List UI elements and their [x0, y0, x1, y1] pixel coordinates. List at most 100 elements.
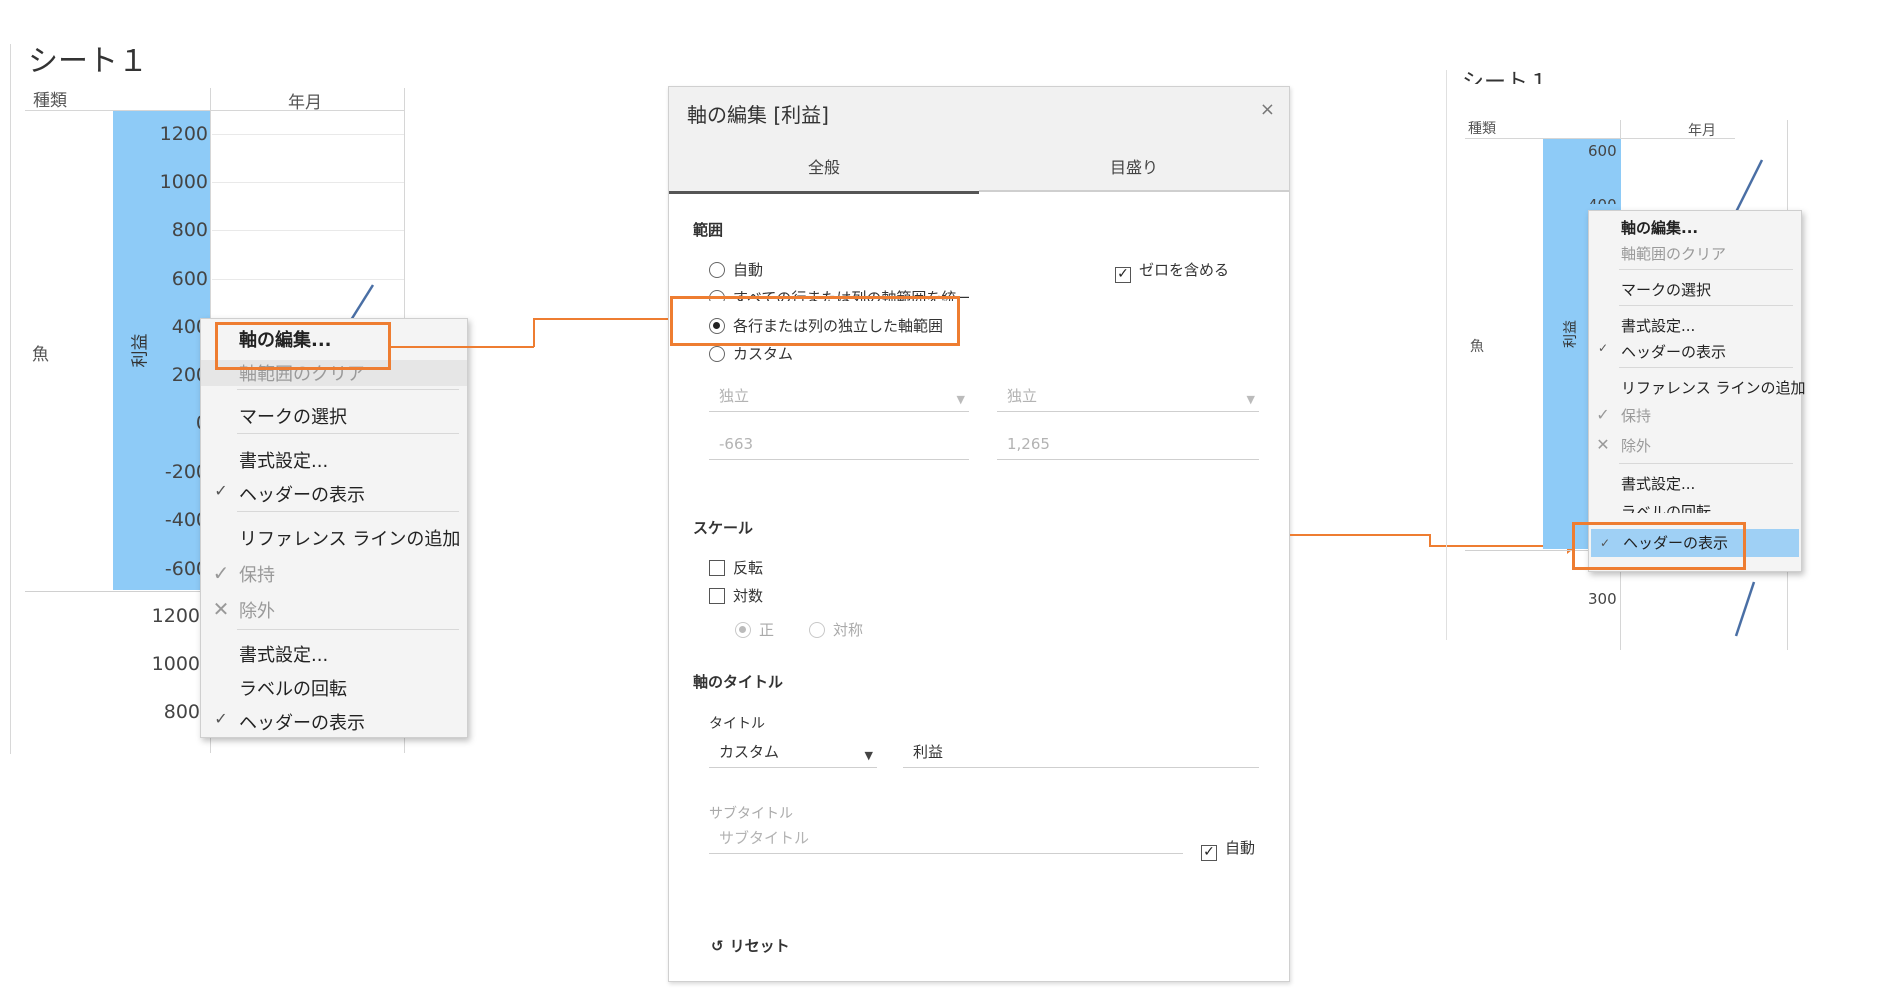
title-mode-select[interactable]: カスタム ▼	[709, 741, 877, 768]
tab-ticks[interactable]: 目盛り	[979, 153, 1289, 191]
axis-tick: 1000	[159, 171, 208, 193]
menu-format-2[interactable]: 書式設定...	[1589, 473, 1801, 494]
menu-format[interactable]: 書式設定...	[1589, 315, 1801, 336]
axis-context-menu: 軸の編集... 軸範囲のクリア マークの選択 書式設定... ✓ ヘッダーの表示 …	[200, 318, 468, 738]
range-end-input: 1,265	[997, 433, 1259, 460]
panel-edge	[1446, 70, 1447, 640]
radio-icon	[709, 262, 725, 278]
checkbox-checked-icon: ✓	[1201, 845, 1217, 861]
menu-format-2[interactable]: 書式設定...	[201, 641, 467, 667]
reset-button[interactable]: ↺ リセット	[711, 935, 790, 956]
menu-separator	[1619, 367, 1793, 368]
axis-tick: 1000	[151, 653, 200, 675]
radio-selected-icon	[735, 622, 751, 638]
menu-keep: ✓ 保持	[1589, 405, 1801, 426]
x-icon: ✕	[212, 597, 230, 621]
scale-heading: スケール	[693, 519, 754, 537]
row-header-fish[interactable]: 魚	[1470, 336, 1484, 356]
check-icon: ✓	[1597, 341, 1609, 355]
checkbox-icon	[709, 560, 725, 576]
right-worksheet-panel: シート１ 種類 年月 利益 600 400 300 魚 軸の編集... 軸範囲の…	[1440, 70, 1805, 650]
title-label: タイトル	[709, 716, 765, 732]
column-header-type[interactable]: 種類	[33, 86, 67, 111]
subtitle-auto-checkbox[interactable]: ✓ 自動	[1201, 837, 1255, 861]
radio-icon	[709, 346, 725, 362]
menu-edit-axis[interactable]: 軸の編集...	[1589, 217, 1801, 238]
callout-arrow	[533, 318, 668, 320]
radio-positive: 正	[735, 619, 774, 640]
dialog-header: 軸の編集 [利益] × 全般 目盛り	[669, 87, 1289, 194]
sheet-title: シート１	[28, 44, 148, 79]
menu-rotate-label[interactable]: ラベルの回転	[201, 675, 467, 701]
dropdown-arrow-icon: ▼	[956, 393, 965, 406]
menu-select-marks[interactable]: マークの選択	[1589, 279, 1801, 300]
axis-tick: -600	[164, 558, 208, 580]
subtitle-label: サブタイトル	[709, 806, 793, 822]
axis-tick: 400	[1588, 196, 1617, 204]
subtitle-input[interactable]: サブタイトル	[709, 827, 1183, 854]
dialog-title: 軸の編集 [利益]	[687, 103, 829, 127]
dropdown-arrow-icon: ▼	[864, 749, 873, 762]
menu-add-reference-line[interactable]: リファレンス ラインの追加	[201, 525, 467, 551]
menu-separator	[1619, 463, 1793, 464]
edit-axis-dialog: 軸の編集 [利益] × 全般 目盛り 範囲 自動 ✓ ゼロを含める すべての行また…	[668, 86, 1290, 982]
axis-tick: 300	[1588, 590, 1617, 608]
axis-tick: 800	[163, 701, 200, 723]
sheet-title: シート１	[1462, 70, 1551, 84]
logarithmic-checkbox[interactable]: 対数	[709, 585, 763, 606]
axis-tick: -400	[164, 509, 208, 531]
menu-separator	[1619, 269, 1793, 270]
gridline	[212, 182, 404, 183]
line-mark	[1734, 581, 1756, 637]
highlight-independent-range	[670, 296, 960, 346]
close-icon[interactable]: ×	[1260, 99, 1275, 120]
menu-clear-axis-range: 軸範囲のクリア	[1621, 245, 1727, 263]
menu-separator	[237, 511, 459, 512]
radio-icon	[809, 622, 825, 638]
check-icon: ✓	[214, 709, 228, 728]
title-input[interactable]: 利益	[903, 741, 1259, 768]
row-header-fish[interactable]: 魚	[32, 340, 49, 365]
x-icon: ✕	[1596, 435, 1610, 454]
axis-tick: 800	[171, 219, 208, 241]
callout-arrow	[533, 318, 535, 347]
axis-title-heading: 軸のタイトル	[693, 673, 784, 691]
range-end-select: 独立 ▼	[997, 385, 1259, 412]
axis-title-profit[interactable]: 利益	[1560, 320, 1580, 348]
radio-auto[interactable]: 自動	[709, 259, 763, 280]
range-start-select: 独立 ▼	[709, 385, 969, 412]
menu-separator	[237, 389, 459, 390]
menu-select-marks[interactable]: マークの選択	[201, 403, 467, 429]
left-worksheet-panel: シート１ 種類 年月 利益 1200 1000 800 600 400 200 …	[0, 0, 470, 760]
menu-exclude: ✕ 除外	[1589, 435, 1801, 456]
highlight-edit-axis	[215, 322, 391, 370]
callout-arrow	[1290, 534, 1430, 536]
menu-separator	[1619, 305, 1793, 306]
column-header-month[interactable]: 年月	[1688, 120, 1716, 140]
column-header-type[interactable]: 種類	[1468, 118, 1496, 138]
menu-exclude: ✕ 除外	[212, 597, 275, 622]
axis-tick: -200	[164, 461, 208, 483]
reset-icon: ↺	[711, 937, 724, 955]
radio-custom[interactable]: カスタム	[709, 343, 793, 364]
axis-tick: 600	[171, 268, 208, 290]
menu-show-header[interactable]: ✓ ヘッダーの表示	[201, 481, 467, 507]
menu-add-reference-line[interactable]: リファレンス ラインの追加	[1589, 377, 1805, 398]
radio-symmetric: 対称	[809, 619, 863, 640]
axis-tick: 0	[138, 412, 208, 434]
axis-tick: 400	[171, 316, 208, 338]
include-zero-checkbox[interactable]: ✓ ゼロを含める	[1115, 259, 1229, 283]
checkbox-icon	[709, 588, 725, 604]
menu-show-header-2[interactable]: ✓ ヘッダーの表示	[201, 709, 467, 735]
menu-separator	[237, 629, 459, 630]
menu-rotate-label[interactable]: ラベルの回転	[1589, 501, 1801, 513]
tab-general[interactable]: 全般	[669, 153, 979, 194]
dropdown-arrow-icon: ▼	[1246, 393, 1255, 406]
menu-show-header[interactable]: ✓ ヘッダーの表示	[1589, 341, 1801, 362]
reversed-checkbox[interactable]: 反転	[709, 557, 763, 578]
axis-context-menu: 軸の編集... 軸範囲のクリア マークの選択 書式設定... ✓ ヘッダーの表示 …	[1588, 210, 1805, 572]
menu-format[interactable]: 書式設定...	[201, 447, 467, 473]
checkbox-checked-icon: ✓	[1115, 267, 1131, 283]
check-icon: ✓	[1596, 405, 1610, 424]
header-divider	[25, 110, 405, 111]
